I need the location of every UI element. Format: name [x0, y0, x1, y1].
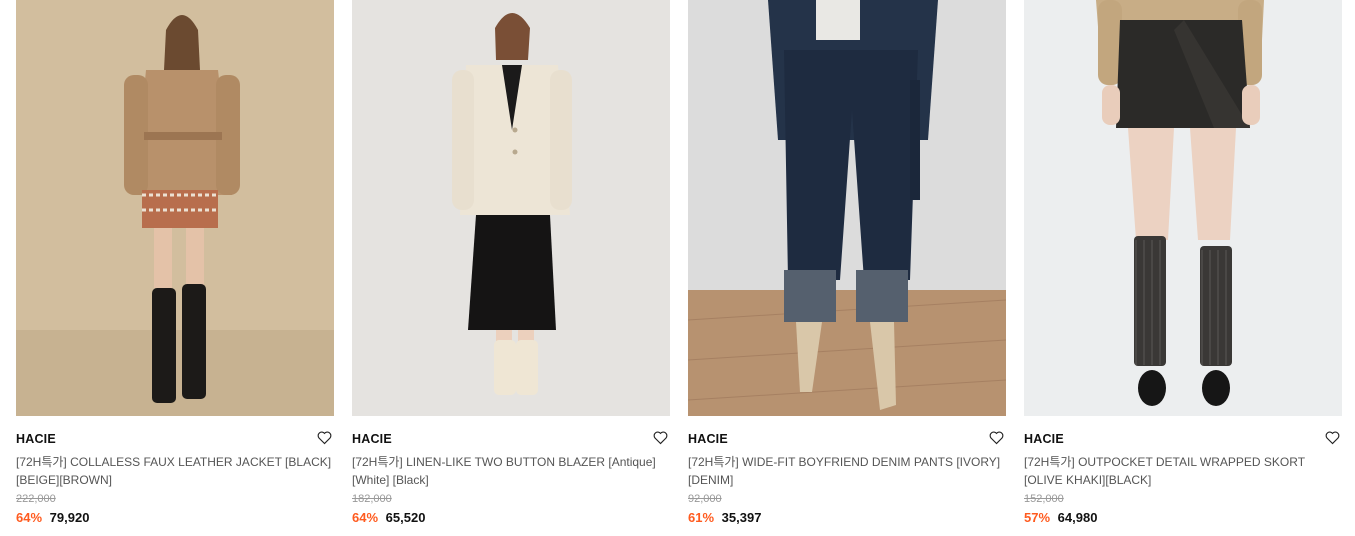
product-photo-leather-jacket: [16, 0, 334, 416]
product-card[interactable]: HACIE [72H특가] OUTPOCKET DETAIL WRAPPED S…: [1024, 0, 1342, 527]
original-price: 152,000: [1024, 493, 1064, 505]
sale-price: 79,920: [49, 510, 90, 525]
sale-price: 64,980: [1057, 510, 1098, 525]
product-title[interactable]: [72H특가] COLLALESS FAUX LEATHER JACKET [B…: [16, 453, 334, 489]
price-line: 64% 79,920: [16, 509, 334, 527]
price-line: 64% 65,520: [352, 509, 670, 527]
product-title[interactable]: [72H특가] OUTPOCKET DETAIL WRAPPED SKORT […: [1024, 453, 1342, 489]
product-image[interactable]: [352, 0, 670, 416]
brand-name[interactable]: HACIE: [688, 431, 1006, 447]
discount-rate: 57%: [1024, 510, 1051, 525]
heart-outline-icon[interactable]: [1324, 429, 1341, 446]
heart-outline-icon[interactable]: [988, 429, 1005, 446]
sale-price: 65,520: [385, 510, 426, 525]
product-image[interactable]: [16, 0, 334, 416]
product-grid: HACIE [72H특가] COLLALESS FAUX LEATHER JAC…: [16, 0, 1342, 527]
discount-rate: 61%: [688, 510, 715, 525]
product-image[interactable]: [1024, 0, 1342, 416]
product-title[interactable]: [72H특가] WIDE-FIT BOYFRIEND DENIM PANTS […: [688, 453, 1006, 489]
price-line: 57% 64,980: [1024, 509, 1342, 527]
product-title[interactable]: [72H특가] LINEN-LIKE TWO BUTTON BLAZER [An…: [352, 453, 670, 489]
price-line: 61% 35,397: [688, 509, 1006, 527]
product-info: HACIE [72H특가] WIDE-FIT BOYFRIEND DENIM P…: [688, 416, 1006, 527]
original-price: 92,000: [688, 493, 722, 505]
product-info: HACIE [72H특가] OUTPOCKET DETAIL WRAPPED S…: [1024, 416, 1342, 527]
product-info: HACIE [72H특가] COLLALESS FAUX LEATHER JAC…: [16, 416, 334, 527]
sale-price: 35,397: [721, 510, 762, 525]
product-photo-skort: [1024, 0, 1342, 416]
discount-rate: 64%: [352, 510, 379, 525]
original-price: 222,000: [16, 493, 56, 505]
original-price: 182,000: [352, 493, 392, 505]
product-photo-blazer: [352, 0, 670, 416]
brand-name[interactable]: HACIE: [352, 431, 670, 447]
heart-outline-icon[interactable]: [316, 429, 333, 446]
product-image[interactable]: [688, 0, 1006, 416]
product-card[interactable]: HACIE [72H특가] COLLALESS FAUX LEATHER JAC…: [16, 0, 334, 527]
heart-outline-icon[interactable]: [652, 429, 669, 446]
product-photo-denim-pants: [688, 0, 1006, 416]
product-card[interactable]: HACIE [72H특가] WIDE-FIT BOYFRIEND DENIM P…: [688, 0, 1006, 527]
brand-name[interactable]: HACIE: [1024, 431, 1342, 447]
product-card[interactable]: HACIE [72H특가] LINEN-LIKE TWO BUTTON BLAZ…: [352, 0, 670, 527]
product-info: HACIE [72H특가] LINEN-LIKE TWO BUTTON BLAZ…: [352, 416, 670, 527]
discount-rate: 64%: [16, 510, 43, 525]
brand-name[interactable]: HACIE: [16, 431, 334, 447]
